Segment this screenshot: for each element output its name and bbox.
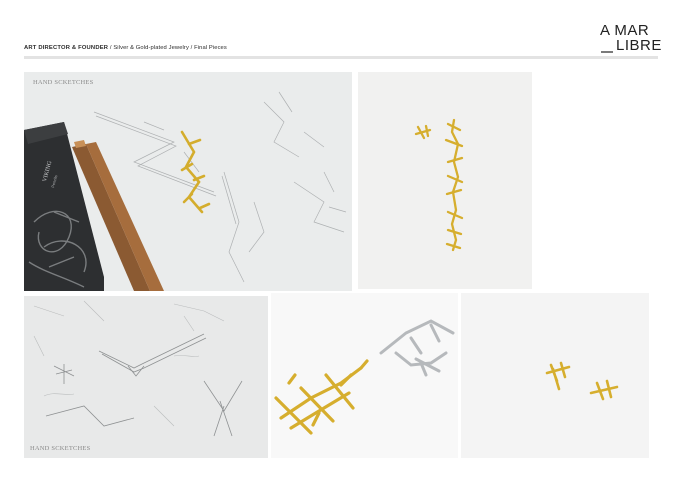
photo-gold-earrings-long xyxy=(358,72,532,289)
breadcrumb-separator: / xyxy=(109,45,112,51)
breadcrumb-separator: / xyxy=(190,45,193,51)
photo-gold-silver-pieces xyxy=(271,293,458,458)
wave-icon xyxy=(601,51,613,53)
caption-hand-sketches-top: HAND SCKETCHES xyxy=(33,79,94,86)
photo-hand-sketches-bottom: HAND SCKETCHES xyxy=(24,296,268,458)
caption-hand-sketches-bottom: HAND SCKETCHES xyxy=(30,445,91,452)
breadcrumb: ART DIRECTOR & FOUNDER / Silver & Gold-p… xyxy=(24,45,227,51)
brand-logo: A MAR LIBRE xyxy=(600,22,662,54)
photo-gold-studs xyxy=(461,293,649,458)
breadcrumb-section: Final Pieces xyxy=(194,45,227,51)
photo-sketches-with-pencils: VIKING Pencils HAND SCKETCHES xyxy=(24,72,352,291)
breadcrumb-role: ART DIRECTOR & FOUNDER xyxy=(24,45,109,51)
header-divider xyxy=(24,56,658,59)
breadcrumb-project: Silver & Gold-plated Jewelry xyxy=(113,45,189,51)
logo-line-2: LIBRE xyxy=(616,37,662,54)
